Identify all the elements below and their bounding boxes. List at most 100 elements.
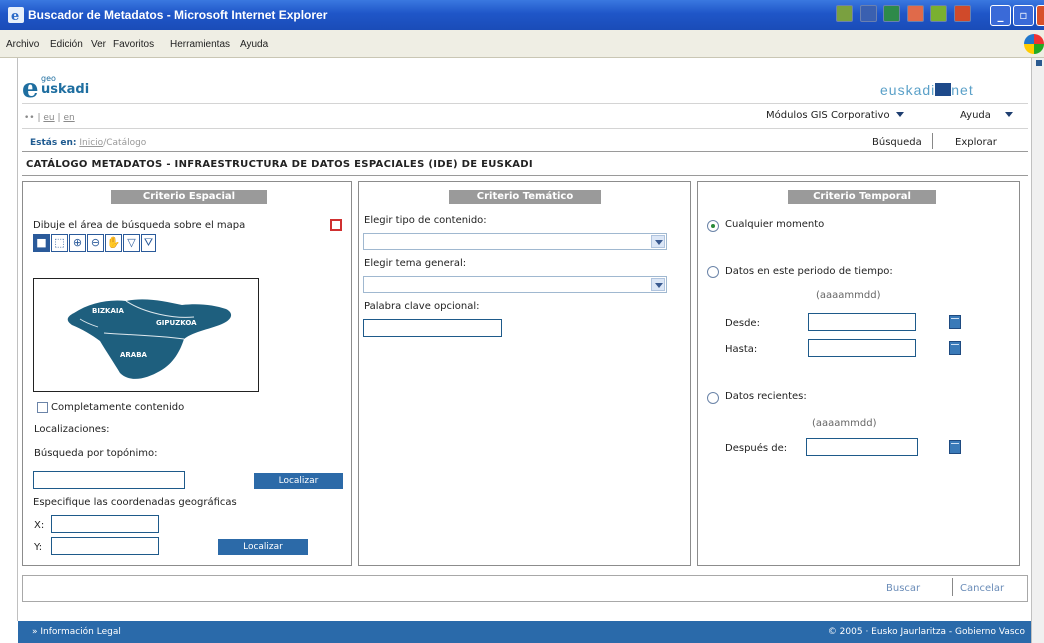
panel-header-temporal: Criterio Temporal [788,190,936,204]
date-format-hint: (aaaammdd) [816,290,881,301]
any-time-label: Cualquier momento [725,219,825,230]
menu-ayuda[interactable]: Ayuda [240,39,268,50]
draw-rectangle-icon[interactable] [330,219,342,231]
select-tool-icon[interactable]: ■ [33,234,50,252]
lang-divider: | [57,113,61,123]
modulos-gis-menu[interactable]: Módulos GIS Corporativo [766,110,904,121]
svg-text:e: e [11,9,19,23]
map-label-gipuzkoa: GIPUZKOA [156,319,197,327]
date-format-hint-2: (aaaammdd) [812,418,877,429]
menu-favoritos[interactable]: Favoritos [113,39,154,50]
recent-label: Datos recientes: [725,391,807,402]
filter-funnel-icon[interactable]: ⛛ [141,234,156,252]
locate-toponym-button[interactable]: Localizar [254,473,343,489]
breadcrumb-label: Estás en: [30,138,77,148]
breadcrumb-current: Catálogo [106,138,147,148]
y-coordinate-input[interactable] [51,537,159,555]
logo-e: e [22,74,39,104]
logo-net-part1: euskadi [880,82,936,98]
period-radio[interactable] [707,266,719,278]
breadcrumb-home-link[interactable]: Inicio [79,138,103,148]
tray-app-icon[interactable] [836,5,853,22]
chevron-down-icon [651,278,665,291]
footer: » Información Legal © 2005 · Eusko Jaurl… [18,621,1031,643]
powerpoint-icon[interactable] [953,5,971,22]
content-type-select[interactable] [363,233,667,250]
logo-name: uskadi [41,82,90,97]
recent-radio[interactable] [707,392,719,404]
calendar-icon[interactable] [949,315,961,329]
logo-net-block-icon [935,83,952,96]
cancel-button[interactable]: Cancelar [960,583,1004,594]
page-title: CATÁLOGO METADATOS - INFRAESTRUCTURA DE … [26,159,533,170]
any-time-radio[interactable] [707,220,719,232]
euskadinet-logo[interactable]: euskadi net [880,82,974,98]
basque-country-map [67,299,232,379]
minimize-button[interactable]: _ [990,5,1011,26]
tray-green-icon[interactable] [930,5,947,22]
desde-input[interactable] [808,313,916,331]
lang-en-link[interactable]: en [63,113,74,123]
theme-select[interactable] [363,276,667,293]
logo-net-part2: net [951,82,974,98]
map-viewer[interactable]: BIZKAIA GIPUZKOA ARABA [33,278,259,392]
outlook-icon[interactable] [906,5,924,22]
toponym-input[interactable] [33,471,185,489]
windows-logo-icon [1024,34,1044,54]
calendar-icon[interactable] [949,341,961,355]
close-button[interactable] [1036,5,1044,26]
hasta-input[interactable] [808,339,916,357]
excel-icon[interactable] [883,5,900,22]
breadcrumb: Estás en: Inicio/Catálogo [30,138,146,148]
legal-info-link[interactable]: » Información Legal [32,627,121,637]
coords-label: Especifique las coordenadas geográficas [33,497,237,508]
divider [22,175,1028,176]
pan-hand-icon[interactable]: ✋ [105,234,122,252]
ayuda-label: Ayuda [960,110,991,121]
locate-coords-button[interactable]: Localizar [218,539,308,555]
theme-label: Elegir tema general: [364,258,467,269]
scroll-marker [1036,60,1042,66]
lang-prefix: •• | [24,113,41,123]
menu-ver[interactable]: Ver [91,39,106,50]
ayuda-menu[interactable]: Ayuda [960,110,1013,121]
divider [22,151,1028,152]
tab-explorar[interactable]: Explorar [955,137,997,148]
chevron-down-icon [1004,112,1013,117]
calendar-icon[interactable] [949,440,961,454]
keyword-input[interactable] [363,319,502,337]
x-label: X: [34,520,45,531]
content-type-label: Elegir tipo de contenido: [364,215,487,226]
y-label: Y: [34,542,43,553]
search-button[interactable]: Buscar [886,583,920,594]
menu-edicion[interactable]: Edición [50,39,83,50]
despues-input[interactable] [806,438,918,456]
divider [22,103,1028,104]
keyword-label: Palabra clave opcional: [364,301,480,312]
fully-contained-checkbox[interactable] [37,402,48,413]
action-bar [22,575,1028,602]
copyright: © 2005 · Eusko Jaurlaritza - Gobierno Va… [827,627,1025,637]
language-switcher: •• | eu | en [24,113,75,123]
pointer-star-tool-icon[interactable]: ⬚ [51,234,68,252]
word-icon[interactable] [859,5,877,22]
polygon-tool-icon[interactable]: ▽ [123,234,140,252]
lang-eu-link[interactable]: eu [43,113,54,123]
x-coordinate-input[interactable] [51,515,159,533]
panel-header-thematic: Criterio Temático [449,190,601,204]
internet-explorer-icon: e [8,7,24,23]
tab-busqueda[interactable]: Búsqueda [872,137,922,148]
zoom-in-icon[interactable]: ⊕ [69,234,86,252]
chevron-down-icon [895,112,904,117]
panel-header-spatial: Criterio Espacial [111,190,267,204]
scrollbar[interactable] [1031,58,1044,643]
period-label: Datos en este periodo de tiempo: [725,266,893,277]
menu-archivo[interactable]: Archivo [6,39,39,50]
window-titlebar: e Buscador de Metadatos - Microsoft Inte… [0,0,1044,30]
menu-herramientas[interactable]: Herramientas [170,39,230,50]
despues-label: Después de: [725,443,788,454]
toolbar-tray [836,5,974,25]
page-frame-left [17,58,18,621]
maximize-button[interactable]: ▫ [1013,5,1034,26]
zoom-out-icon[interactable]: ⊖ [87,234,104,252]
